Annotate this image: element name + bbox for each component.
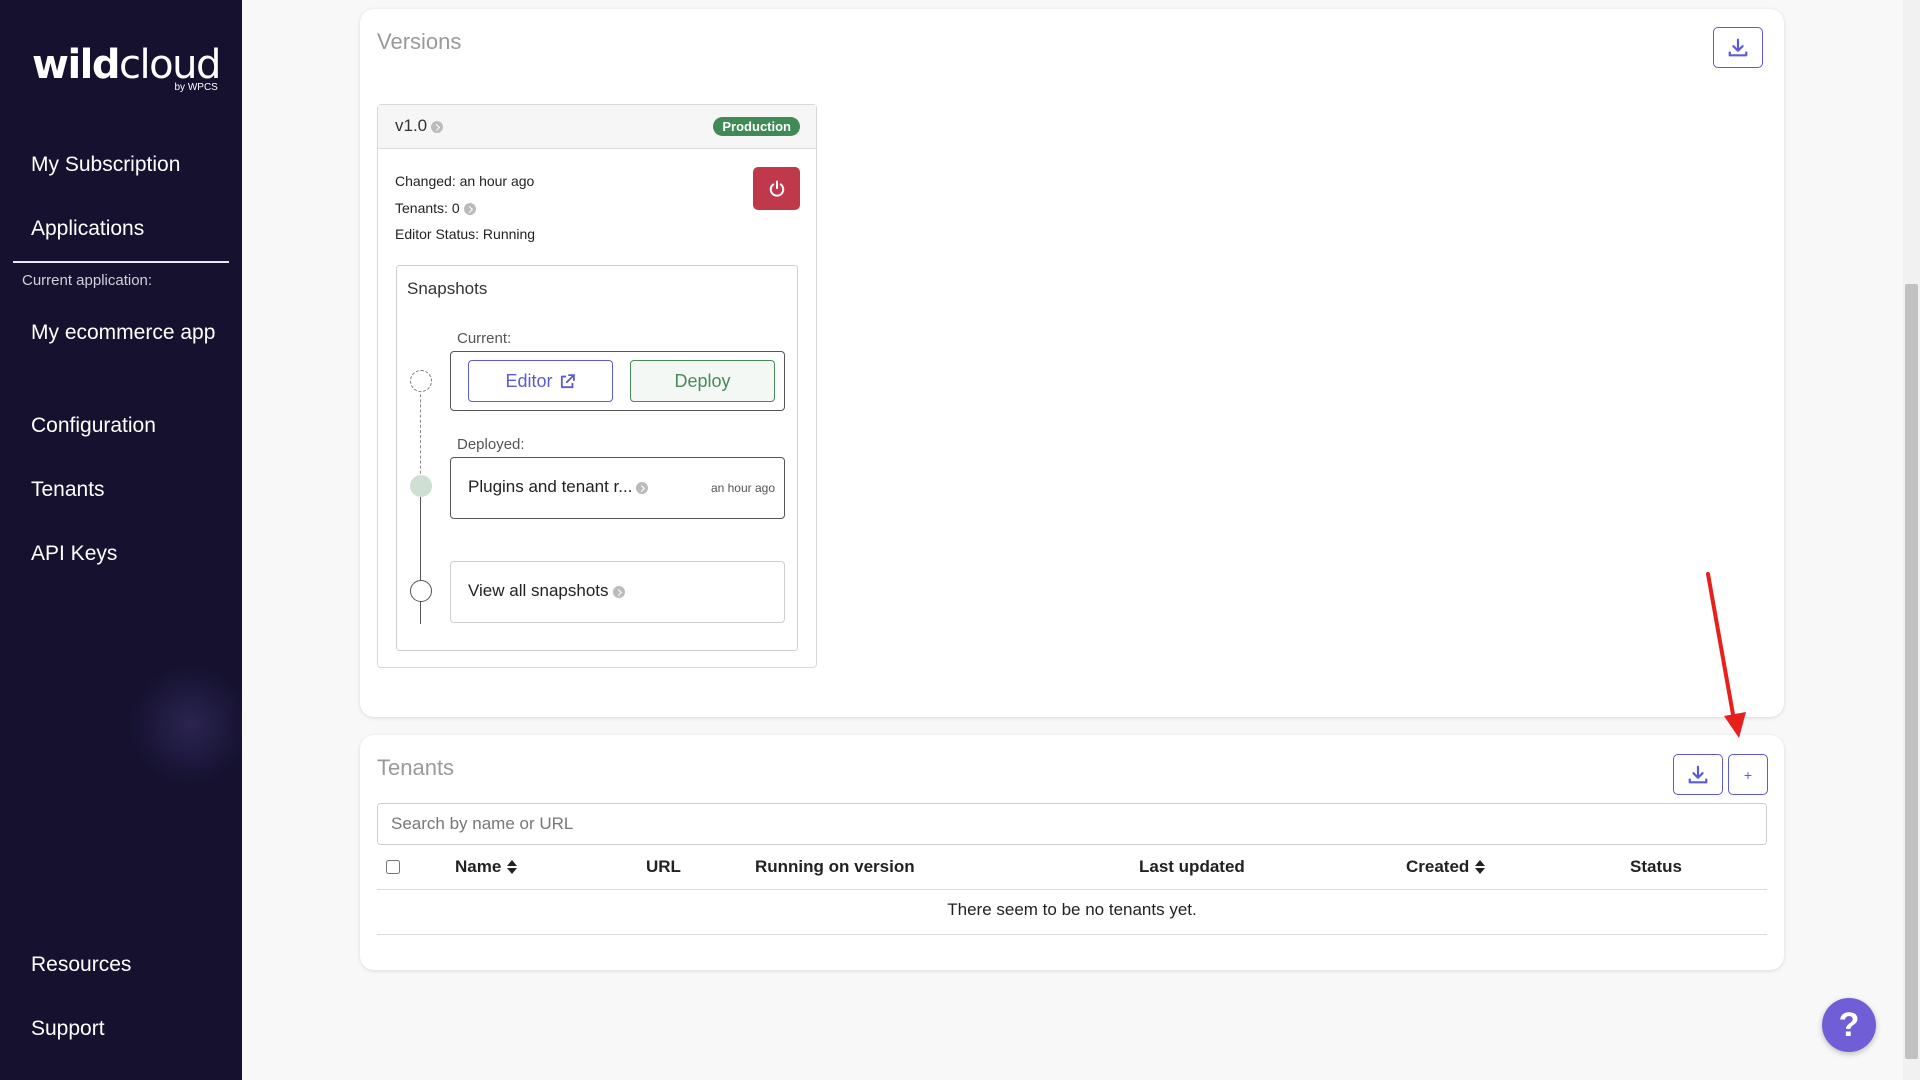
deployed-label: Deployed: [457,436,525,453]
arrow-circle-icon [463,203,476,216]
power-button[interactable] [753,167,800,210]
sort-icon [507,859,518,875]
versions-download-button[interactable] [1713,27,1763,68]
sidebar-item-resources[interactable]: Resources [31,950,131,979]
sidebar-item-my-subscription[interactable]: My Subscription [31,150,180,179]
annotation-arrow [1706,572,1746,738]
column-running-version: Running on version [755,857,915,876]
tenant-search-input[interactable] [377,803,1767,845]
empty-tenants-message: There seem to be no tenants yet. [947,900,1197,919]
sidebar-divider [13,261,229,263]
version-header: v1.0 Production [378,105,816,149]
version-name[interactable]: v1.0 [395,116,444,136]
download-icon [1688,765,1708,783]
select-all-checkbox[interactable] [386,860,400,874]
version-editor-status: Editor Status: Running [395,226,536,242]
timeline-deployed-node [410,475,432,497]
timeline-solid [420,484,421,624]
column-last-updated: Last updated [1139,857,1245,876]
production-badge: Production [713,117,800,136]
deployed-snapshot-name: Plugins and tenant r... [468,477,649,497]
download-icon [1728,38,1748,56]
deployed-snapshot[interactable]: Plugins and tenant r... an hour ago [450,457,785,519]
deployed-snapshot-time: an hour ago [710,481,775,495]
sidebar: wildcloud by WPCS My Subscription Applic… [0,0,242,1080]
current-application-caption: Current application: [22,272,153,289]
help-button[interactable]: ? [1822,998,1876,1052]
sidebar-item-applications[interactable]: Applications [31,214,144,243]
sidebar-item-tenants[interactable]: Tenants [31,475,105,504]
versions-title: Versions [377,29,462,54]
sidebar-item-support[interactable]: Support [31,1014,105,1043]
deploy-button[interactable]: Deploy [630,360,775,402]
tenants-download-button[interactable] [1673,754,1723,795]
version-panel: v1.0 Production Changed: an hour ago Ten… [377,104,817,668]
view-all-snapshots[interactable]: View all snapshots [450,561,785,623]
external-link-icon [560,373,575,388]
arrow-circle-icon [431,120,444,133]
column-created[interactable]: Created [1406,857,1486,877]
editor-button[interactable]: Editor [468,360,613,402]
snapshots-title: Snapshots [407,279,488,298]
column-url: URL [646,857,681,876]
version-tenants[interactable]: Tenants: 0 [395,200,476,216]
tenants-title: Tenants [377,755,455,780]
sidebar-item-my-ecommerce-app[interactable]: My ecommerce app [31,318,221,347]
page-scrollbar-thumb[interactable] [1905,284,1918,1059]
current-label: Current: [457,330,512,347]
current-snapshot-frame: Editor Deploy [450,351,785,411]
sidebar-item-configuration[interactable]: Configuration [31,411,156,440]
version-changed: Changed: an hour ago [395,173,535,189]
column-name[interactable]: Name [455,857,518,877]
sidebar-item-api-keys[interactable]: API Keys [31,539,117,568]
power-icon [769,180,784,197]
table-bottom-divider [377,934,1767,935]
timeline-current-node [410,370,432,392]
snapshots-panel: Snapshots Current: Editor Deploy Deploye… [396,265,798,651]
add-tenant-button[interactable]: + [1728,754,1768,795]
view-all-snapshots-label: View all snapshots [468,581,625,601]
timeline-view-all-node [410,580,432,602]
column-status: Status [1630,857,1682,876]
timeline-dotted [420,384,421,484]
arrow-circle-icon [636,481,649,494]
sort-icon [1475,859,1486,875]
arrow-circle-icon [612,585,625,598]
table-header-divider [377,889,1767,890]
wildcloud-logo[interactable]: wildcloud by WPCS [32,42,221,93]
